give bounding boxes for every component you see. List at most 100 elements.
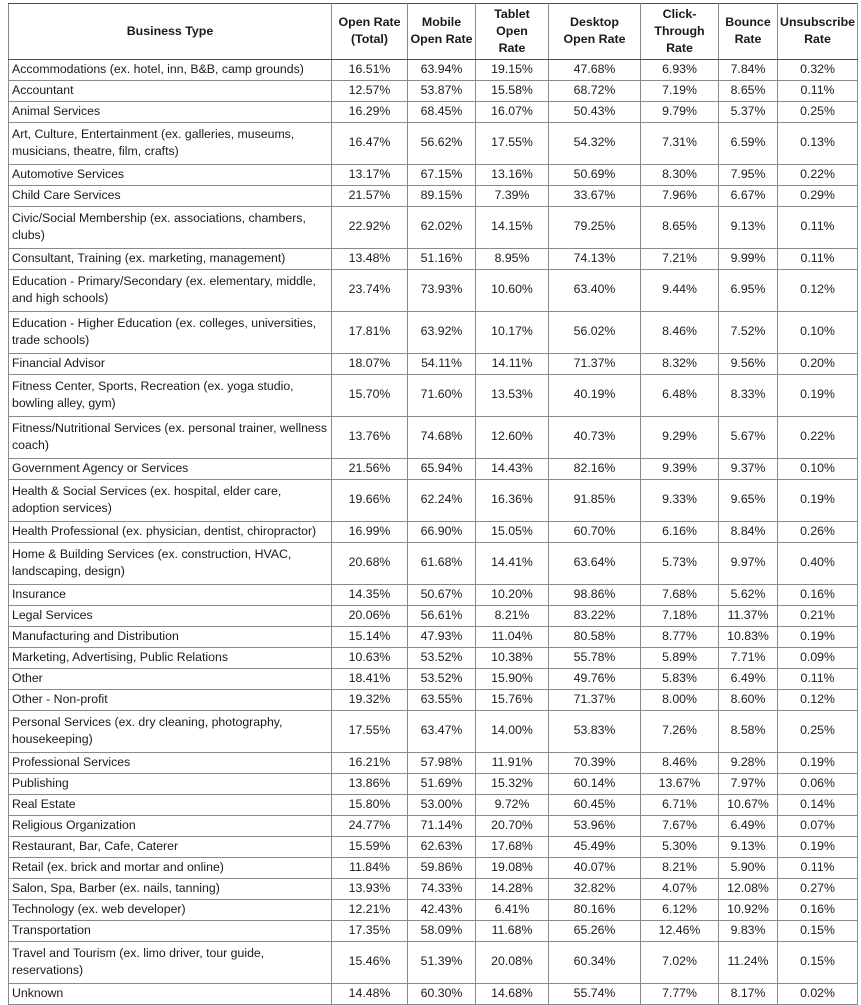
cell-click-through-rate: 6.93% (640, 58, 719, 81)
cell-bounce-rate: 8.65% (718, 79, 778, 102)
cell-mobile-open-rate: 65.94% (407, 457, 476, 480)
cell-business-type: Automotive Services (8, 163, 332, 186)
cell-click-through-rate: 13.67% (640, 772, 719, 795)
cell-mobile-open-rate: 62.63% (407, 835, 476, 858)
cell-click-through-rate: 8.00% (640, 688, 719, 711)
cell-business-type: Marketing, Advertising, Public Relations (8, 646, 332, 669)
cell-unsubscribe-rate: 0.22% (777, 163, 858, 186)
cell-open-rate-total: 16.47% (331, 121, 408, 165)
cell-click-through-rate: 7.68% (640, 583, 719, 606)
table-row: Art, Culture, Entertainment (ex. galleri… (8, 121, 858, 165)
cell-unsubscribe-rate: 0.11% (777, 856, 858, 879)
cell-open-rate-total: 18.07% (331, 352, 408, 375)
cell-desktop-open-rate: 40.07% (548, 856, 641, 879)
cell-business-type: Child Care Services (8, 184, 332, 207)
table-row: Health Professional (ex. physician, dent… (8, 520, 858, 543)
cell-mobile-open-rate: 63.47% (407, 709, 476, 753)
column-header-bounce-rate: Bounce Rate (718, 3, 778, 60)
cell-bounce-rate: 8.60% (718, 688, 778, 711)
cell-bounce-rate: 7.52% (718, 310, 778, 354)
cell-bounce-rate: 9.65% (718, 478, 778, 522)
table-row: Real Estate 15.80% 53.00% 9.72% 60.45% 6.71% 1… (8, 793, 858, 816)
cell-mobile-open-rate: 66.90% (407, 520, 476, 543)
cell-desktop-open-rate: 40.19% (548, 373, 641, 417)
cell-tablet-open-rate: 14.28% (475, 877, 549, 900)
cell-bounce-rate: 5.67% (718, 415, 778, 459)
table-row: Travel and Tourism (ex. limo driver, tou… (8, 940, 858, 984)
cell-mobile-open-rate: 61.68% (407, 541, 476, 585)
cell-business-type: Professional Services (8, 751, 332, 774)
column-header-mobile-open-rate: Mobile Open Rate (407, 3, 476, 60)
cell-business-type: Unknown (8, 982, 332, 1005)
cell-unsubscribe-rate: 0.16% (777, 583, 858, 606)
cell-mobile-open-rate: 54.11% (407, 352, 476, 375)
cell-bounce-rate: 9.83% (718, 919, 778, 942)
cell-desktop-open-rate: 79.25% (548, 205, 641, 249)
cell-open-rate-total: 20.06% (331, 604, 408, 627)
table-row: Retail (ex. brick and mortar and online)… (8, 856, 858, 879)
cell-tablet-open-rate: 19.08% (475, 856, 549, 879)
cell-desktop-open-rate: 68.72% (548, 79, 641, 102)
cell-desktop-open-rate: 63.40% (548, 268, 641, 312)
cell-tablet-open-rate: 15.76% (475, 688, 549, 711)
cell-tablet-open-rate: 8.95% (475, 247, 549, 270)
column-header-click-through-rate: Click- Through Rate (640, 3, 719, 60)
column-header-line: Through Rate (654, 23, 705, 55)
cell-click-through-rate: 9.39% (640, 457, 719, 480)
cell-mobile-open-rate: 51.69% (407, 772, 476, 795)
table-row: Fitness Center, Sports, Recreation (ex. … (8, 373, 858, 417)
cell-open-rate-total: 15.14% (331, 625, 408, 648)
table-row: Fitness/Nutritional Services (ex. person… (8, 415, 858, 459)
table-row: Technology (ex. web developer) 12.21% 42.4… (8, 898, 858, 921)
cell-business-type: Manufacturing and Distribution (8, 625, 332, 648)
cell-tablet-open-rate: 17.55% (475, 121, 549, 165)
cell-tablet-open-rate: 16.07% (475, 100, 549, 123)
cell-open-rate-total: 14.48% (331, 982, 408, 1005)
cell-click-through-rate: 7.96% (640, 184, 719, 207)
cell-click-through-rate: 8.46% (640, 751, 719, 774)
cell-click-through-rate: 8.21% (640, 856, 719, 879)
cell-click-through-rate: 7.67% (640, 814, 719, 837)
cell-tablet-open-rate: 11.91% (475, 751, 549, 774)
table-row: Other 18.41% 53.52% 15.90% 49.76% 5.83% 6.49% 0… (8, 667, 858, 690)
table-row: Transportation 17.35% 58.09% 11.68% 65.26% 12… (8, 919, 858, 942)
cell-tablet-open-rate: 14.00% (475, 709, 549, 753)
cell-tablet-open-rate: 9.72% (475, 793, 549, 816)
cell-bounce-rate: 7.84% (718, 58, 778, 81)
cell-desktop-open-rate: 50.43% (548, 100, 641, 123)
cell-open-rate-total: 16.99% (331, 520, 408, 543)
cell-open-rate-total: 16.21% (331, 751, 408, 774)
cell-bounce-rate: 9.56% (718, 352, 778, 375)
table-row: Religious Organization 24.77% 71.14% 20.70%… (8, 814, 858, 837)
cell-tablet-open-rate: 6.41% (475, 898, 549, 921)
cell-open-rate-total: 15.80% (331, 793, 408, 816)
cell-desktop-open-rate: 33.67% (548, 184, 641, 207)
cell-mobile-open-rate: 60.30% (407, 982, 476, 1005)
cell-unsubscribe-rate: 0.25% (777, 709, 858, 753)
cell-business-type: Other - Non-profit (8, 688, 332, 711)
cell-unsubscribe-rate: 0.25% (777, 100, 858, 123)
cell-desktop-open-rate: 40.73% (548, 415, 641, 459)
cell-desktop-open-rate: 60.45% (548, 793, 641, 816)
cell-business-type: Restaurant, Bar, Cafe, Caterer (8, 835, 332, 858)
cell-bounce-rate: 7.97% (718, 772, 778, 795)
cell-bounce-rate: 9.37% (718, 457, 778, 480)
cell-open-rate-total: 15.70% (331, 373, 408, 417)
column-header-line: Desktop (570, 15, 619, 30)
cell-business-type: Other (8, 667, 332, 690)
cell-mobile-open-rate: 63.55% (407, 688, 476, 711)
cell-bounce-rate: 5.90% (718, 856, 778, 879)
cell-mobile-open-rate: 53.87% (407, 79, 476, 102)
cell-business-type: Publishing (8, 772, 332, 795)
cell-click-through-rate: 8.46% (640, 310, 719, 354)
cell-bounce-rate: 6.95% (718, 268, 778, 312)
column-header-business-type: Business Type (8, 3, 332, 60)
cell-open-rate-total: 13.48% (331, 247, 408, 270)
cell-open-rate-total: 19.32% (331, 688, 408, 711)
cell-open-rate-total: 15.59% (331, 835, 408, 858)
table-row: Salon, Spa, Barber (ex. nails, tanning) 1… (8, 877, 858, 900)
cell-unsubscribe-rate: 0.13% (777, 121, 858, 165)
cell-click-through-rate: 7.26% (640, 709, 719, 753)
cell-click-through-rate: 6.48% (640, 373, 719, 417)
table-row: Restaurant, Bar, Cafe, Caterer 15.59% 62.6… (8, 835, 858, 858)
